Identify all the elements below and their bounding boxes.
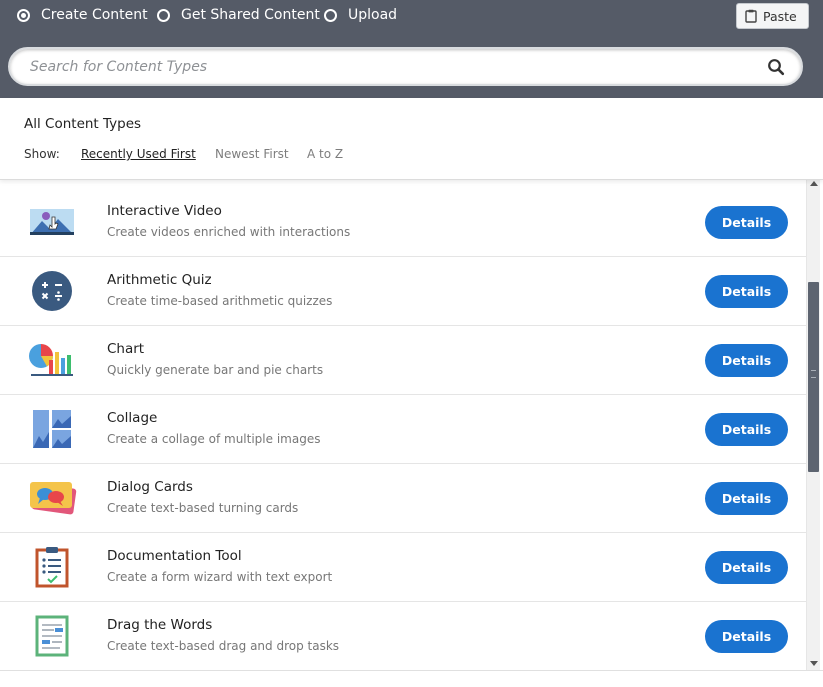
tab-upload-label: Upload (348, 7, 398, 23)
search-icon[interactable] (767, 58, 785, 76)
search-band (0, 37, 823, 98)
list-item[interactable]: Documentation Tool Create a form wizard … (0, 533, 806, 602)
tab-upload[interactable]: Upload (324, 0, 397, 30)
paste-label: Paste (763, 8, 797, 24)
tab-create-content[interactable]: Create Content (17, 0, 148, 30)
item-title: Dialog Cards (107, 479, 193, 495)
item-title: Chart (107, 341, 145, 357)
list-item[interactable]: Interactive Video Create videos enriched… (0, 188, 806, 257)
list-item[interactable]: Collage Create a collage of multiple ima… (0, 395, 806, 464)
sort-newest-first[interactable]: Newest First (215, 147, 289, 161)
item-description: Create a form wizard with text export (107, 570, 333, 584)
bottom-edge (0, 670, 823, 687)
interactive-video-icon (26, 200, 78, 244)
clipboard-icon (745, 9, 757, 23)
item-description: Create text-based drag and drop tasks (107, 639, 340, 653)
show-label: Show: (24, 147, 60, 161)
tab-get-shared-content-label: Get Shared Content (181, 7, 320, 23)
top-bar: Create Content Get Shared Content Upload… (0, 0, 823, 37)
item-description: Create text-based turning cards (107, 501, 299, 515)
list-item[interactable]: Arithmetic Quiz Create time-based arithm… (0, 257, 806, 326)
scroll-up-arrow-icon[interactable] (810, 181, 818, 186)
chart-icon (26, 338, 78, 382)
radio-unchecked-icon (157, 8, 170, 22)
sort-a-to-z[interactable]: A to Z (307, 147, 343, 161)
search-box (8, 47, 803, 86)
details-button[interactable]: Details (705, 482, 788, 515)
details-button[interactable]: Details (705, 620, 788, 653)
radio-unchecked-icon (324, 8, 337, 22)
list-item[interactable]: Drag the Words Create text-based drag an… (0, 602, 806, 670)
item-title: Arithmetic Quiz (107, 272, 212, 288)
details-button[interactable]: Details (705, 413, 788, 446)
content-type-list: Interactive Video Create videos enriched… (0, 180, 806, 670)
arithmetic-quiz-icon (26, 269, 78, 313)
details-button[interactable]: Details (705, 275, 788, 308)
radio-checked-icon (17, 8, 30, 22)
section-title: All Content Types (24, 116, 142, 132)
item-description: Create videos enriched with interactions (107, 225, 351, 239)
scroll-down-arrow-icon[interactable] (810, 661, 818, 666)
item-description: Create time-based arithmetic quizzes (107, 294, 333, 308)
list-item[interactable]: Chart Quickly generate bar and pie chart… (0, 326, 806, 395)
tab-get-shared-content[interactable]: Get Shared Content (157, 0, 320, 30)
list-item[interactable]: Dialog Cards Create text-based turning c… (0, 464, 806, 533)
drag-the-words-icon (26, 614, 78, 658)
item-title: Documentation Tool (107, 548, 242, 564)
details-button[interactable]: Details (705, 206, 788, 239)
sort-recently-used[interactable]: Recently Used First (81, 147, 196, 161)
item-title: Collage (107, 410, 158, 426)
details-button[interactable]: Details (705, 344, 788, 377)
collage-icon (26, 407, 78, 451)
search-input[interactable] (30, 57, 750, 77)
content-types-header: All Content Types Show: Recently Used Fi… (0, 98, 823, 180)
item-title: Drag the Words (107, 617, 213, 633)
details-button[interactable]: Details (705, 551, 788, 584)
item-description: Quickly generate bar and pie charts (107, 363, 324, 377)
item-title: Interactive Video (107, 203, 222, 219)
tab-create-content-label: Create Content (41, 7, 148, 23)
list-scrollbar[interactable] (806, 180, 820, 672)
paste-button[interactable]: Paste (736, 3, 809, 29)
documentation-tool-icon (26, 545, 78, 589)
scroll-thumb[interactable] (808, 282, 819, 472)
dialog-cards-icon (26, 476, 78, 520)
item-description: Create a collage of multiple images (107, 432, 321, 446)
